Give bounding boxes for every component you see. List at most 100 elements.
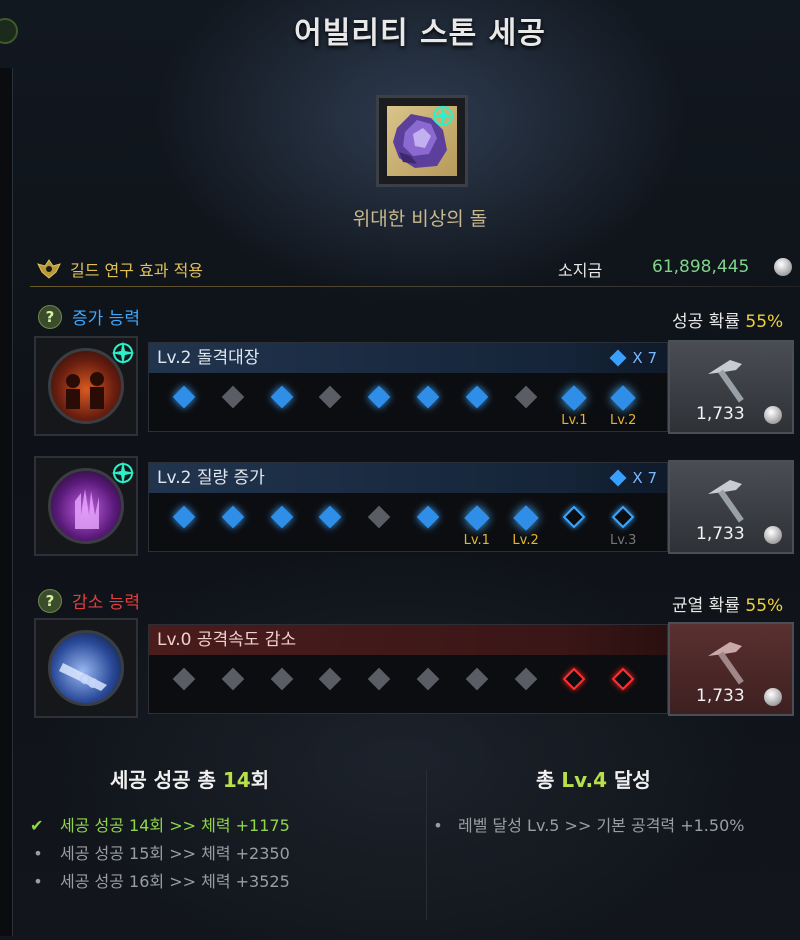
guild-research-indicator: 길드 연구 효과 적용 bbox=[36, 257, 203, 281]
slot-level-label: Lv.2 bbox=[512, 533, 539, 548]
slot-level-label: Lv.2 bbox=[610, 413, 637, 428]
facet-slot: Lv.1 bbox=[557, 385, 591, 429]
chained-arm-icon bbox=[59, 663, 107, 691]
multiplier: X 7 bbox=[609, 463, 657, 493]
ability-name: Lv.2 질량 증가 bbox=[157, 468, 265, 488]
facet-slot bbox=[460, 667, 494, 711]
ability-slot-bar: Lv.2 돌격대장 X 7 Lv.1 Lv.2 bbox=[148, 342, 668, 432]
facet-slot bbox=[460, 385, 494, 429]
level-diamond-icon bbox=[512, 505, 539, 531]
ability-slot-bar: Lv.2 질량 증가 X 7 Lv.1 Lv.2 Lv.3 bbox=[148, 462, 668, 552]
facet-slot bbox=[509, 667, 543, 711]
facet-slot bbox=[313, 385, 347, 429]
ability-icon-frame bbox=[34, 618, 138, 718]
crack-probability-value: 55% bbox=[745, 596, 784, 616]
fail-diamond-icon bbox=[319, 667, 342, 691]
facet-slot: Lv.2 bbox=[509, 505, 543, 549]
ability-row-2: Lv.2 질량 증가 X 7 Lv.1 Lv.2 Lv.3 1,733 bbox=[34, 456, 800, 558]
sparkle-badge-icon bbox=[111, 341, 135, 365]
stone-name: 위대한 비상의 돌 bbox=[352, 208, 488, 230]
facet-cost: 1,733 bbox=[696, 686, 745, 706]
money-value: 61,898,445 bbox=[652, 257, 750, 277]
success-bonus-list: ✔ 세공 성공 14회 >> 체력 +1175 • 세공 성공 15회 >> 체… bbox=[30, 812, 290, 896]
success-diamond-icon bbox=[319, 505, 342, 529]
list-item: • 세공 성공 15회 >> 체력 +2350 bbox=[30, 840, 290, 868]
bonus-text: 세공 성공 14회 >> 체력 +1175 bbox=[60, 816, 290, 835]
facet-button[interactable]: 1,733 bbox=[668, 460, 794, 554]
empty-diamond-icon bbox=[611, 505, 635, 529]
increase-section-label: 증가 능력 bbox=[72, 309, 140, 329]
help-icon[interactable]: ? bbox=[38, 588, 62, 613]
title-count: 14 bbox=[222, 768, 251, 792]
slot-track bbox=[167, 667, 667, 711]
facet-slot bbox=[216, 505, 250, 549]
success-diamond-icon bbox=[416, 385, 440, 409]
facet-slot bbox=[167, 667, 201, 711]
facet-slot bbox=[557, 505, 591, 549]
level-total-title: 총 Lv.4 달성 bbox=[536, 764, 651, 793]
feather-icon bbox=[609, 469, 627, 487]
success-probability-value: 55% bbox=[745, 312, 784, 332]
slot-track: Lv.1 Lv.2 Lv.3 bbox=[167, 505, 667, 549]
empty-diamond-icon bbox=[563, 667, 586, 691]
silver-coin-icon bbox=[774, 258, 792, 276]
hammer-icon bbox=[708, 642, 744, 685]
ability-name: Lv.2 돌격대장 bbox=[157, 348, 260, 368]
level-diamond-icon bbox=[610, 385, 636, 411]
silver-coin-icon bbox=[764, 406, 782, 424]
fail-diamond-icon bbox=[465, 667, 489, 691]
facet-slot bbox=[606, 667, 640, 711]
decrease-section-label: 감소 능력 bbox=[72, 593, 140, 613]
sparkle-badge-icon bbox=[111, 461, 135, 485]
facet-slot: Lv.1 bbox=[460, 505, 494, 549]
level-diamond-icon bbox=[561, 385, 588, 411]
feather-icon bbox=[609, 349, 627, 367]
title-prefix: 세공 성공 총 bbox=[110, 768, 223, 792]
fail-diamond-icon bbox=[221, 667, 245, 691]
slot-track: Lv.1 Lv.2 bbox=[167, 385, 667, 429]
ability-icon-frame bbox=[34, 336, 138, 436]
bullet-icon: • bbox=[33, 844, 43, 863]
hammer-icon bbox=[708, 480, 744, 523]
title-level: Lv.4 bbox=[561, 768, 608, 792]
bonus-text: 레벨 달성 Lv.5 >> 기본 공격력 +1.50% bbox=[458, 816, 745, 835]
sparkle-badge-icon bbox=[432, 105, 454, 127]
left-panel-edge bbox=[0, 68, 13, 936]
facet-slot bbox=[265, 505, 299, 549]
level-diamond-icon bbox=[464, 505, 490, 531]
attack-speed-decrease-icon bbox=[48, 630, 124, 706]
slot-level-label: Lv.1 bbox=[561, 413, 588, 428]
divider bbox=[30, 286, 800, 287]
multiplier: X 7 bbox=[609, 343, 657, 373]
help-icon[interactable]: ? bbox=[38, 304, 62, 329]
facet-slot bbox=[411, 505, 445, 549]
success-diamond-icon bbox=[270, 385, 293, 409]
facet-slot bbox=[216, 385, 250, 429]
fail-diamond-icon bbox=[319, 385, 342, 409]
facet-success-total-title: 세공 성공 총 14회 bbox=[110, 764, 269, 793]
list-item: • 레벨 달성 Lv.5 >> 기본 공격력 +1.50% bbox=[432, 812, 744, 840]
fail-diamond-icon bbox=[172, 667, 196, 691]
facet-slot: Lv.3 bbox=[606, 505, 640, 549]
facet-slot bbox=[313, 505, 347, 549]
multiplier-value: X 7 bbox=[632, 349, 657, 367]
title-suffix: 달성 bbox=[607, 768, 651, 792]
success-diamond-icon bbox=[270, 505, 293, 529]
success-diamond-icon bbox=[416, 505, 440, 529]
guild-emblem-icon bbox=[37, 259, 61, 279]
facet-button[interactable]: 1,733 bbox=[668, 340, 794, 434]
facet-button[interactable]: 1,733 bbox=[668, 622, 794, 716]
slot-level-label: Lv.1 bbox=[463, 533, 490, 548]
decrease-section-header: ? 감소 능력 bbox=[38, 588, 140, 613]
crack-probability: 균열 확률 55% bbox=[672, 591, 783, 616]
list-item: • 세공 성공 16회 >> 체력 +3525 bbox=[30, 868, 290, 896]
facet-slot bbox=[167, 385, 201, 429]
facet-slot bbox=[557, 667, 591, 711]
fail-diamond-icon bbox=[514, 667, 537, 691]
hammer-icon bbox=[708, 360, 744, 403]
facet-slot bbox=[509, 385, 543, 429]
stone-icon-background bbox=[387, 105, 457, 176]
facet-slot bbox=[265, 385, 299, 429]
check-icon: ✔ bbox=[30, 816, 44, 835]
slot-level-label: Lv.3 bbox=[610, 533, 637, 548]
